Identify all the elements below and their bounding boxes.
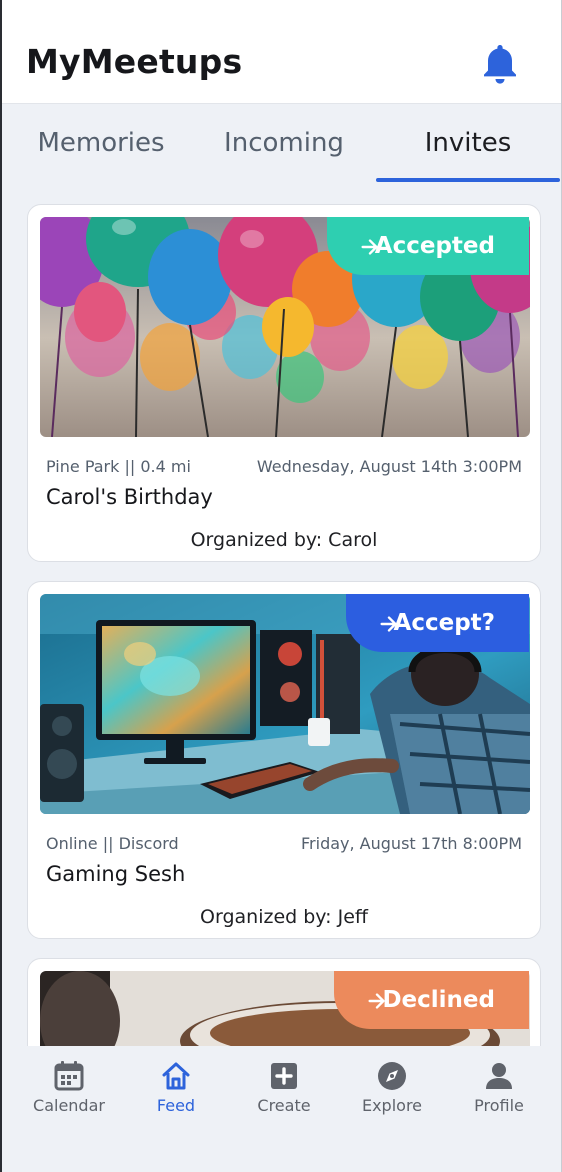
nav-label: Calendar: [33, 1096, 105, 1115]
accept-invite-badge[interactable]: Accept?: [345, 594, 529, 652]
nav-label: Explore: [361, 1096, 423, 1115]
accepted-status-badge[interactable]: Accepted: [326, 217, 529, 275]
badge-label: Accept?: [393, 610, 495, 636]
bottom-navigation: Calendar Feed Create Explore Profile: [2, 1046, 561, 1172]
event-datetime: Wednesday, August 14th 3:00PM: [256, 457, 522, 476]
nav-explore[interactable]: Explore: [342, 1060, 442, 1115]
event-card[interactable]: Accepted Pine Park || 0.4 mi Wednesday, …: [27, 204, 541, 562]
arrow-right-icon: [361, 239, 378, 255]
compass-icon: [378, 1062, 406, 1090]
app-title: MyMeetups: [26, 42, 243, 81]
person-icon: [486, 1063, 512, 1089]
declined-status-badge[interactable]: Declined: [334, 971, 529, 1029]
tab-label: Incoming: [224, 128, 344, 158]
arrow-right-icon: [380, 616, 397, 632]
nav-label: Create: [257, 1096, 311, 1115]
tab-memories[interactable]: Memories: [26, 128, 176, 182]
event-title: Gaming Sesh: [46, 862, 186, 886]
calendar-icon: [54, 1061, 84, 1091]
tab-bar: Memories Incoming Invites: [2, 104, 561, 182]
add-box-icon: [271, 1063, 297, 1089]
tab-incoming[interactable]: Incoming: [206, 128, 362, 182]
tab-label: Invites: [424, 128, 512, 158]
event-organizer: Organized by: Carol: [190, 529, 378, 551]
badge-label: Declined: [382, 987, 495, 1013]
home-icon: [162, 1062, 190, 1090]
tab-label: Memories: [37, 128, 165, 158]
event-card[interactable]: Accept? Online || Discord Friday, August…: [27, 581, 541, 939]
event-organizer: Organized by: Jeff: [200, 906, 368, 928]
active-tab-indicator: [376, 178, 560, 182]
arrow-right-icon: [368, 993, 386, 1009]
app-header: MyMeetups: [2, 0, 561, 104]
event-title: Carol's Birthday: [46, 485, 213, 509]
badge-label: Accepted: [374, 233, 495, 259]
nav-calendar[interactable]: Calendar: [19, 1060, 119, 1115]
nav-label: Feed: [156, 1096, 196, 1115]
event-location: Online || Discord: [46, 834, 179, 853]
event-location: Pine Park || 0.4 mi: [46, 457, 191, 476]
nav-label: Profile: [474, 1096, 524, 1115]
notifications-bell-icon[interactable]: [480, 42, 520, 86]
app-screen: MyMeetups Memories Incoming Invites Acce…: [0, 0, 562, 1172]
nav-profile[interactable]: Profile: [449, 1060, 549, 1115]
event-datetime: Friday, August 17th 8:00PM: [301, 834, 522, 853]
nav-feed[interactable]: Feed: [126, 1060, 226, 1115]
nav-create[interactable]: Create: [234, 1060, 334, 1115]
tab-invites[interactable]: Invites: [382, 128, 554, 182]
